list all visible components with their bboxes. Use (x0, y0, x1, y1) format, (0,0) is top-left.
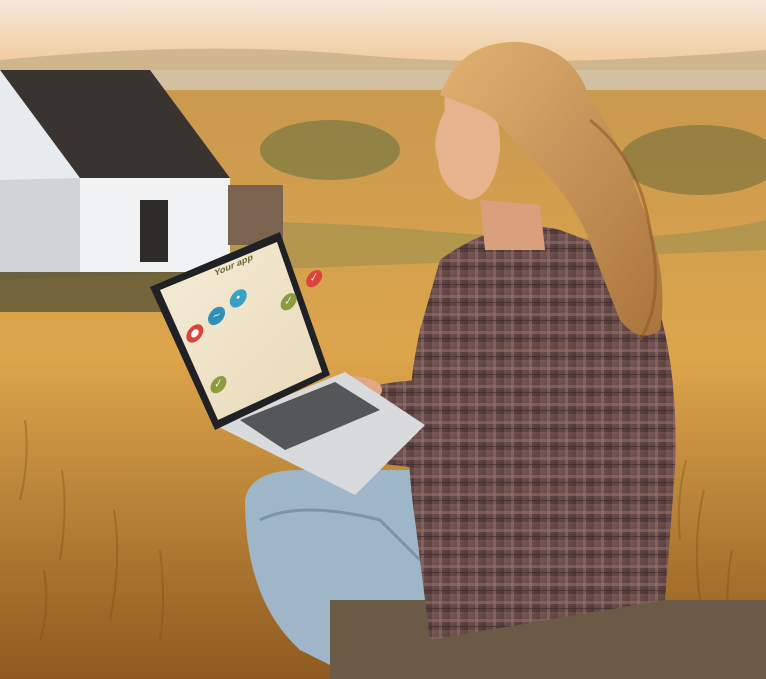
check-button[interactable]: ✓ (280, 290, 297, 314)
scene-illustration (0, 0, 766, 679)
drop-icon[interactable]: • (229, 286, 248, 311)
screen-title: Your app (214, 251, 254, 279)
photo-frame: Your app ● ~ • ✓ ✓ ✓ (0, 0, 766, 679)
location-pin-icon[interactable]: ● (186, 321, 204, 346)
wave-icon[interactable]: ~ (207, 303, 226, 329)
